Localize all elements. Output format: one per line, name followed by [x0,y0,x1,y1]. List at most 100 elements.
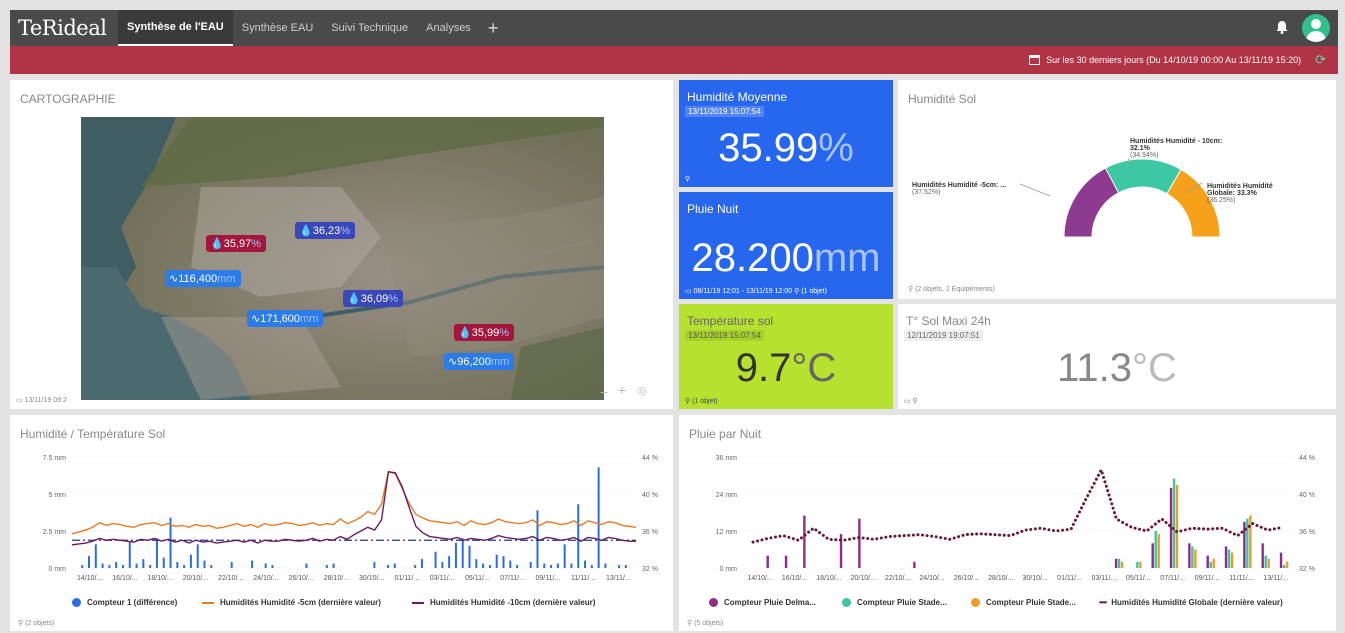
x-tick: 07/11/... [500,575,525,582]
rain-bar [803,515,806,568]
x-tick: 13/11/... [606,575,631,582]
legend-compteur-1[interactable]: Compteur 1 (différence) [72,598,177,607]
map-badge-humidity[interactable]: 💧 35,97% [206,235,267,252]
humidite-temperature-chart[interactable]: 7.5 mm 5 mm 2.5 mm 0 mm 44 % 40 % 36 % 32 % 14/1… [10,415,673,595]
rain-bar [1117,558,1121,568]
tab-analyses[interactable]: Analyses [417,10,480,46]
rain-bar [1194,549,1197,568]
rain-bar [1206,555,1209,568]
carto-timestamp: ▭ 13/11/19 09:2 [16,397,67,404]
kpi-temperature-sol[interactable]: Température sol 13/11/2019 15:07:54 9.7°… [679,304,893,409]
donut-label-5cm: Humidités Humidité -5cm: ... (37.52%) [912,182,1007,196]
rain-bar [563,544,566,568]
tab-synthese-eau[interactable]: Synthèse EAU [233,10,323,46]
x-tick: 03/11/... [430,575,455,582]
y-right-tick: 40 % [1299,492,1315,499]
rain-bar [858,518,861,568]
legend-pluie-stade-1[interactable]: Compteur Pluie Stade... [842,598,947,607]
kpi-t-sol-maxi[interactable]: T° Sol Maxi 24h 12/11/2019 19:07:51 11.3… [898,304,1336,409]
location-icon: ⚲ [794,288,800,295]
rain-bar [189,554,192,568]
rain-bar [210,565,213,568]
x-tick: 28/10/... [324,575,349,582]
legend-humidite-10cm[interactable]: Humidités Humidité -10cm (dernière valeu… [412,598,595,607]
rain-bar [577,504,580,568]
location-icon: ⚲ [685,176,691,183]
map-badge-humidity[interactable]: 💧 36,23% [295,222,356,239]
legend-humidite-5cm[interactable]: Humidités Humidité -5cm (dernière valeur… [202,598,381,607]
legend-pluie-stade-2[interactable]: Compteur Pluie Stade... [971,598,1076,607]
y-left-tick: 2.5 mm [43,529,67,536]
kpi-humidite-moyenne[interactable]: Humidité Moyenne 13/11/2019 15:07:54 35.… [679,80,893,187]
kpi-date: 12/11/2019 19:07:51 [904,330,983,341]
rain-bar [1157,534,1160,568]
rain-bar [543,563,546,568]
refresh-icon[interactable]: ⟳ [1315,52,1326,68]
legend-pluie-delma[interactable]: Compteur Pluie Delma... [709,598,816,607]
period-text[interactable]: Sur les 30 derniers jours (Du 14/10/19 0… [1046,55,1301,65]
kpi-value: 28.200mm [691,236,881,280]
x-tick: 24/10/... [919,575,944,582]
y-left-tick: 7.5 mm [43,455,67,462]
y-right-tick: 44 % [1299,455,1315,462]
tab-synthese-de-l-eau[interactable]: Synthèse de l'EAU [118,10,233,46]
donut-slice [1063,167,1120,238]
rain-bar [87,556,90,568]
kpi-date: 13/11/2019 15:07:54 [685,330,764,341]
y-left-tick: 24 mm [716,492,738,499]
zoom-in-icon[interactable]: + [618,382,626,398]
rain-bar [128,541,131,568]
legend-humidite-globale[interactable]: •••• Humidités Humidité Globale (dernière… [1099,598,1283,607]
pluie-par-nuit-chart[interactable]: 36 mm 24 mm 12 mm 0 mm 44 % 40 % 36 % 32 % 14/10… [679,415,1336,595]
rain-bar [1175,484,1179,568]
y-left-tick: 12 mm [716,529,738,536]
map-badge-rain[interactable]: ∿ 116,400 mm [165,270,241,287]
kpi-footer: ▭ 08/11/19 12:01 - 13/11/19 12:00 ⚲ (1 o… [685,288,827,295]
rain-bar [1285,561,1289,568]
top-nav: TeRideal Synthèse de l'EAU Synthèse EAU … [10,10,1338,46]
legend-dot [709,598,718,607]
map-badge-humidity[interactable]: 💧 36,09% [343,290,404,307]
rain-bar [509,560,512,568]
humidity-line [71,470,637,535]
rain-bar [1188,543,1191,568]
rain-bar [495,554,498,568]
satellite-map[interactable]: 💧 35,97% 💧 36,23% ∿ 116,400 mm 💧 36,09% ∿ 17… [81,117,604,400]
rain-bar [1230,552,1234,568]
rain-bar [1114,558,1118,568]
rain-bar [590,565,593,568]
rain-bar [461,538,464,568]
tab-suivi-technique[interactable]: Suivi Technique [322,10,417,46]
rain-bar [115,562,118,568]
x-tick: 14/10/... [77,575,102,582]
add-tab-button[interactable]: + [480,18,507,39]
map-badge-rain[interactable]: ∿ 96,200 mm [444,353,515,370]
legend-dot [842,598,851,607]
map-badge-humidity[interactable]: 💧 35,99% [454,324,515,341]
calendar-icon[interactable] [1029,55,1041,65]
y-right-tick: 32 % [642,566,658,573]
app-logo[interactable]: TeRideal [10,16,118,40]
kpi-footer-icons: ▭ ⚲ [904,398,918,405]
rain-bar [502,556,505,568]
rain-bar [604,563,607,568]
kpi-pluie-nuit[interactable]: Pluie Nuit 28.200mm ▭ 08/11/19 12:01 - 1… [679,192,893,299]
kpi-value: 35.99% [718,126,854,170]
map-badge-rain[interactable]: ∿ 171,600 mm [247,310,324,327]
y-left-tick: 5 mm [49,492,67,499]
x-tick: 13/11/... [1263,575,1288,582]
zoom-out-icon[interactable]: − [600,384,608,400]
locate-icon[interactable]: ◎ [637,384,647,397]
kpi-date: 13/11/2019 15:07:54 [685,106,764,117]
rain-bar [305,563,308,568]
x-tick: 11/11/... [571,575,595,582]
user-avatar[interactable] [1302,14,1330,42]
rain-bar [155,538,158,568]
rain-bar [1227,549,1231,568]
rain-bar [135,563,138,568]
bell-icon[interactable] [1274,19,1290,35]
rain-bar [121,565,124,568]
rain-bar [414,565,417,568]
rain-bar [913,561,916,568]
rain-bar [373,562,376,568]
